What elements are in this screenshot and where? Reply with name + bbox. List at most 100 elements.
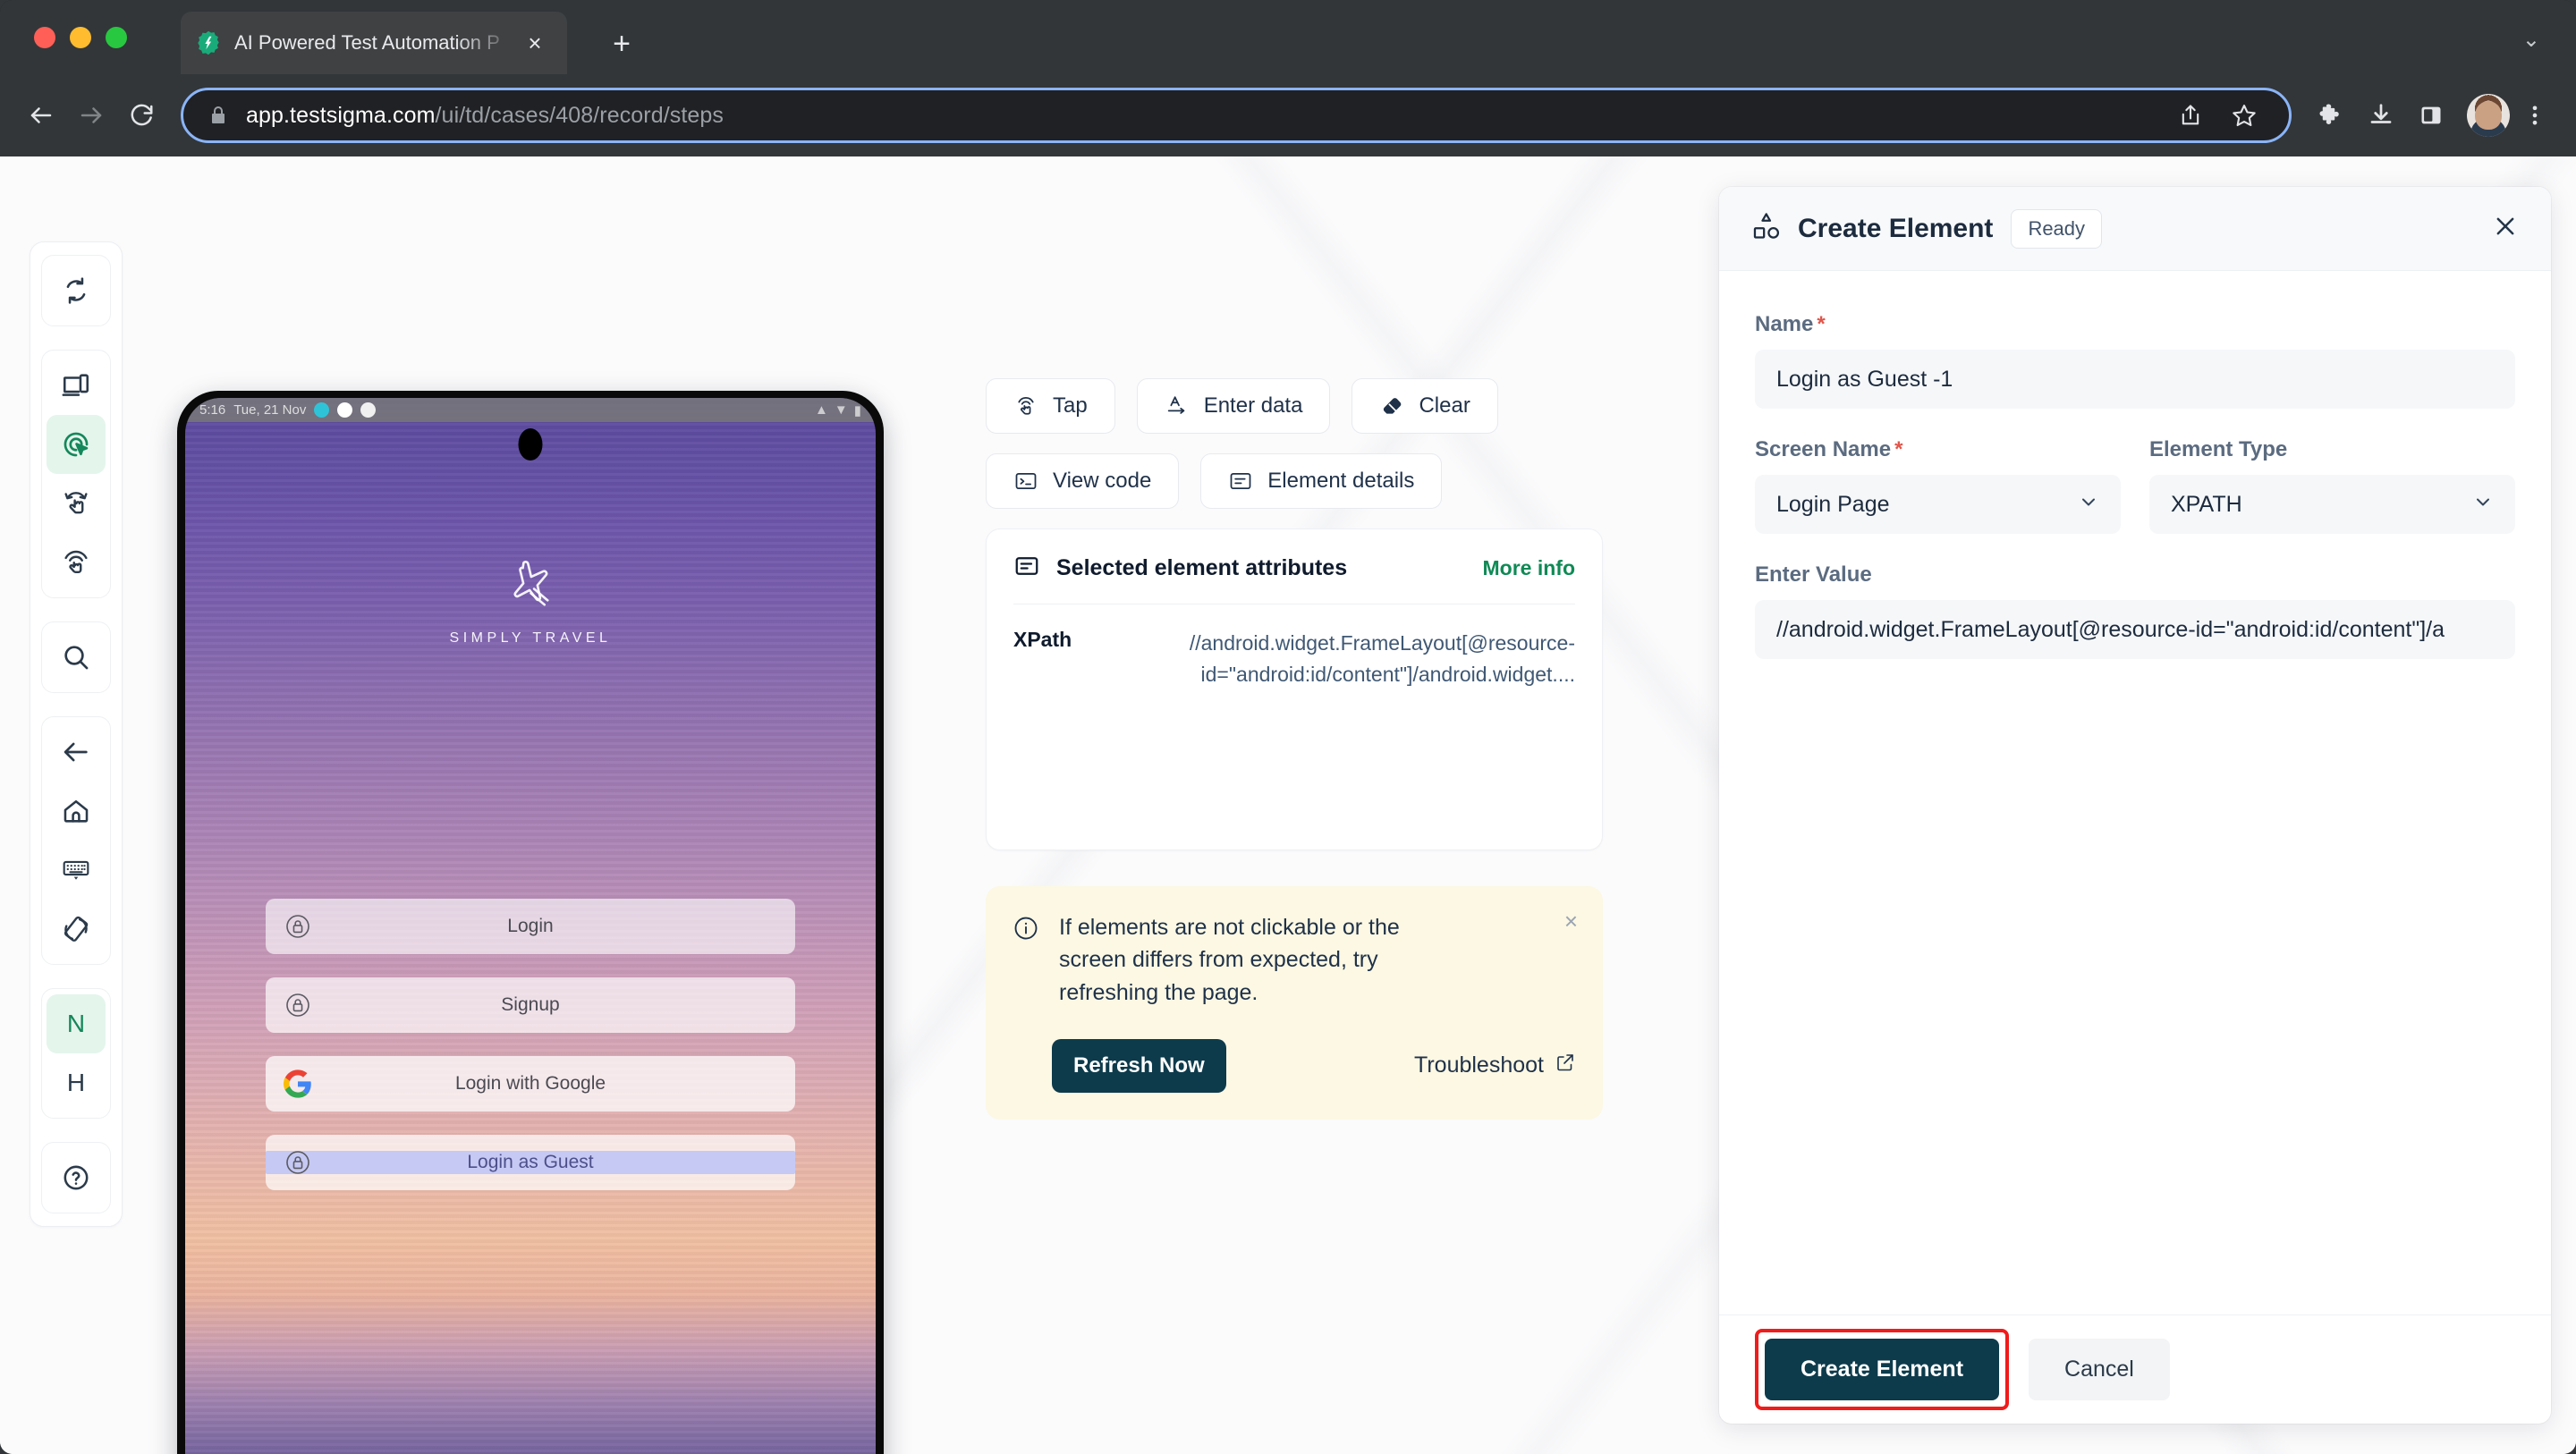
create-element-highlight: Create Element [1755, 1329, 2010, 1410]
help-button[interactable] [47, 1148, 106, 1207]
address-bar-url: app.testsigma.com/ui/td/cases/408/record… [246, 103, 724, 129]
google-icon [282, 1068, 314, 1100]
status-notif-icon-2 [337, 402, 353, 418]
browser-toolbar: app.testsigma.com/ui/td/cases/408/record… [0, 74, 2576, 156]
attributes-card-title: Selected element attributes [1056, 555, 1348, 580]
puzzle-icon[interactable] [2306, 90, 2356, 140]
action-label: Element details [1267, 469, 1415, 493]
browser-window: AI Powered Test Automation P × + ⌄ app.t… [0, 0, 2576, 1454]
app-button-label: Signup [501, 994, 560, 1015]
field-name: Name * Login as Guest -1 [1755, 312, 2515, 409]
device-status-bar: 5:16 Tue, 21 Nov ▲ ▼ ▮ [185, 398, 876, 422]
attribute-row: XPath //android.widget.FrameLayout[@reso… [1013, 628, 1575, 689]
device-home-button[interactable] [47, 782, 106, 841]
status-signal-icon: ▲ [815, 402, 828, 418]
enter-value-text: //android.widget.FrameLayout[@resource-i… [1776, 616, 2445, 642]
field-label-text: Name [1755, 312, 1814, 336]
minimize-window-button[interactable] [70, 27, 91, 48]
testsigma-favicon-icon [195, 30, 222, 56]
app-button-login-with-google[interactable]: Login with Google [266, 1056, 795, 1112]
star-icon[interactable] [2219, 90, 2269, 140]
mode-label-h: H [66, 1069, 86, 1096]
action-label: Tap [1053, 393, 1088, 418]
required-marker: * [1817, 312, 1826, 336]
cancel-button[interactable]: Cancel [2029, 1339, 2170, 1400]
close-icon[interactable] [2492, 213, 2519, 245]
screen-name-value: Login Page [1776, 491, 1890, 517]
notice-actions: Refresh Now Troubleshoot [1013, 1038, 1576, 1093]
enter-data-icon [1165, 393, 1190, 418]
share-icon[interactable] [2165, 90, 2216, 140]
hybrid-mode-button[interactable]: H [47, 1053, 106, 1112]
browser-tab[interactable]: AI Powered Test Automation P × [181, 12, 567, 74]
forward-icon[interactable] [66, 90, 116, 140]
chevron-down-icon [2078, 491, 2099, 518]
close-tab-button[interactable]: × [517, 25, 553, 61]
code-icon [1013, 469, 1038, 494]
new-tab-button[interactable]: + [601, 23, 642, 64]
app-button-login-as-guest[interactable]: Login as Guest [266, 1135, 795, 1190]
status-notif-icon-3 [360, 402, 377, 418]
shapes-icon [1751, 211, 1782, 246]
status-notif-icon-1 [314, 402, 330, 418]
app-button-label: Login [507, 916, 554, 936]
enter-data-action-button[interactable]: Enter data [1136, 378, 1331, 434]
tap-action-button[interactable]: Tap [986, 378, 1115, 434]
refresh-session-button[interactable] [47, 261, 106, 320]
refresh-now-button[interactable]: Refresh Now [1052, 1038, 1226, 1093]
attributes-card-header: Selected element attributes More info [1013, 553, 1575, 584]
clear-action-button[interactable]: Clear [1352, 378, 1498, 434]
enter-value-input[interactable]: //android.widget.FrameLayout[@resource-i… [1755, 600, 2515, 659]
attribute-key: XPath [1013, 628, 1072, 651]
field-label-text: Enter Value [1755, 562, 1872, 587]
more-info-link[interactable]: More info [1483, 556, 1576, 580]
close-window-button[interactable] [34, 27, 55, 48]
download-icon[interactable] [2356, 90, 2406, 140]
device-rotate-button[interactable] [47, 900, 106, 959]
create-element-panel: Create Element Ready Name * Login as Gues… [1719, 187, 2551, 1424]
field-label: Name * [1755, 312, 2515, 337]
field-enter-value: Enter Value //android.widget.FrameLayout… [1755, 562, 2515, 659]
reload-icon[interactable] [116, 90, 166, 140]
field-label-text: Screen Name [1755, 437, 1892, 461]
troubleshoot-link[interactable]: Troubleshoot [1414, 1052, 1576, 1079]
selected-element-attributes-card: Selected element attributes More info XP… [986, 528, 1603, 850]
device-screen[interactable]: 5:16 Tue, 21 Nov ▲ ▼ ▮ SIMPLY TRAVEL Log… [185, 398, 876, 1454]
name-input[interactable]: Login as Guest -1 [1755, 350, 2515, 409]
close-icon[interactable]: × [1564, 909, 1578, 933]
natural-language-mode-button[interactable]: N [47, 994, 106, 1053]
app-button-label: Login as Guest [266, 1151, 795, 1174]
avatar[interactable] [2467, 94, 2510, 137]
app-button-label: Login with Google [454, 1073, 606, 1094]
app-button-login[interactable]: Login [266, 899, 795, 954]
action-label: Clear [1419, 393, 1470, 418]
rail-group-help [41, 1142, 111, 1213]
create-element-button[interactable]: Create Element [1765, 1339, 2000, 1400]
name-input-value: Login as Guest -1 [1776, 366, 1953, 392]
lock-icon [282, 910, 314, 943]
tab-search-chevron-down-icon[interactable]: ⌄ [2522, 27, 2540, 53]
inspect-tap-button[interactable] [47, 415, 106, 474]
device-keyboard-button[interactable] [47, 841, 106, 900]
back-icon[interactable] [16, 90, 66, 140]
notice-text: If elements are not clickable or the scr… [1059, 915, 1400, 1005]
device-mirror[interactable]: 5:16 Tue, 21 Nov ▲ ▼ ▮ SIMPLY TRAVEL Log… [177, 391, 884, 1454]
search-button[interactable] [47, 628, 106, 687]
long-press-button[interactable] [47, 533, 106, 592]
mode-label-n: N [66, 1010, 86, 1037]
device-view-button[interactable] [47, 356, 106, 415]
device-back-button[interactable] [47, 723, 106, 782]
swipe-button[interactable] [47, 474, 106, 533]
address-bar[interactable]: app.testsigma.com/ui/td/cases/408/record… [181, 88, 2292, 143]
maximize-window-button[interactable] [106, 27, 127, 48]
element-details-button[interactable]: Element details [1200, 453, 1443, 509]
field-label: Element Type [2149, 437, 2515, 462]
app-button-signup[interactable]: Signup [266, 977, 795, 1033]
view-code-button[interactable]: View code [986, 453, 1180, 509]
side-panel-icon[interactable] [2406, 90, 2456, 140]
element-type-value: XPATH [2171, 491, 2242, 517]
field-label-text: Element Type [2149, 437, 2288, 461]
kebab-menu-icon[interactable] [2510, 90, 2560, 140]
element-type-select[interactable]: XPATH [2149, 475, 2515, 534]
screen-name-select[interactable]: Login Page [1755, 475, 2121, 534]
